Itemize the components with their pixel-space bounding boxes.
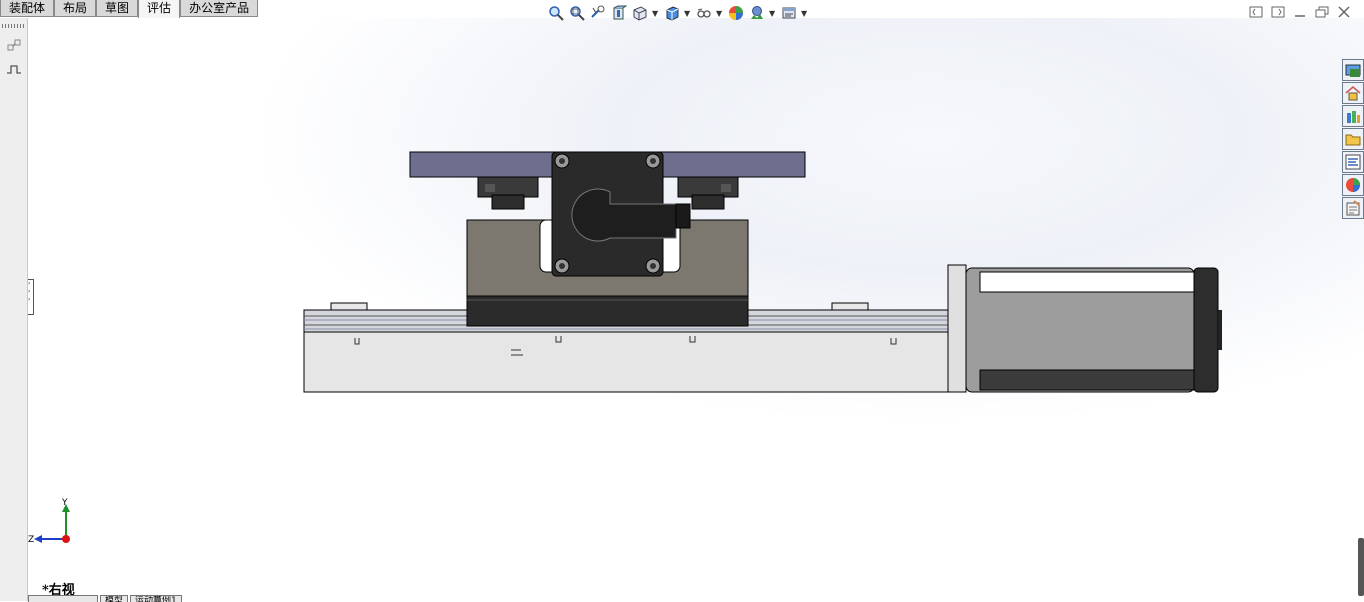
end-stop-right xyxy=(831,302,869,311)
apply-scene-icon[interactable] xyxy=(748,4,766,22)
feature-manager-panel xyxy=(0,18,28,601)
feature-manager-expand-handle[interactable]: › › › xyxy=(28,279,34,315)
tab-office-products[interactable]: 办公室产品 xyxy=(180,0,259,17)
view-palette-icon[interactable] xyxy=(1342,151,1364,173)
assembly-model[interactable] xyxy=(28,18,1364,598)
scrollbar-thumb[interactable] xyxy=(1358,538,1364,596)
task-pane-tabs xyxy=(1342,59,1364,219)
triad-y-label: Y xyxy=(61,498,68,508)
reference-triad: Y Z xyxy=(28,498,70,545)
triad-z-label: Z xyxy=(28,535,34,545)
end-stop-left xyxy=(330,302,368,311)
tab-sketch[interactable]: 草图 xyxy=(96,0,139,17)
custom-properties-icon[interactable] xyxy=(1342,197,1364,219)
hide-show-dropdown-icon[interactable]: ▼ xyxy=(716,9,724,18)
assembly-tree-icon[interactable] xyxy=(6,38,22,52)
restore-left-icon[interactable] xyxy=(1248,5,1264,19)
view-orientation-dropdown-icon[interactable]: ▼ xyxy=(652,9,660,18)
section-view-icon[interactable] xyxy=(610,4,628,22)
bottom-tabs: 模型 运动算例1 xyxy=(28,595,182,602)
panel-grip[interactable] xyxy=(2,24,24,28)
close-icon[interactable] xyxy=(1336,5,1352,19)
document-window-controls xyxy=(1248,5,1352,19)
file-explorer-icon[interactable] xyxy=(1342,128,1364,150)
motor-flange xyxy=(947,264,967,393)
rail-base xyxy=(303,331,949,393)
solidworks-resources-icon[interactable] xyxy=(1342,59,1364,81)
tab-evaluate[interactable]: 评估 xyxy=(138,0,181,19)
previous-view-icon[interactable] xyxy=(589,4,607,22)
restore-right-icon[interactable] xyxy=(1270,5,1286,19)
design-library-icon[interactable] xyxy=(1342,105,1364,127)
home-icon[interactable] xyxy=(1342,82,1364,104)
view-settings-icon[interactable] xyxy=(780,4,798,22)
guide-block-left xyxy=(477,176,539,210)
graphics-area[interactable] xyxy=(28,18,1364,598)
sketch-icon[interactable] xyxy=(6,62,22,76)
maximize-icon[interactable] xyxy=(1314,5,1330,19)
tab-assembly[interactable]: 装配体 xyxy=(0,0,55,17)
display-style-icon[interactable] xyxy=(663,4,681,22)
display-style-dropdown-icon[interactable]: ▼ xyxy=(684,9,692,18)
zoom-to-fit-icon[interactable] xyxy=(547,4,565,22)
appearances-scenes-icon[interactable] xyxy=(1342,174,1364,196)
view-settings-dropdown-icon[interactable]: ▼ xyxy=(801,9,809,18)
command-manager-tabs: 装配体 布局 草图 评估 办公室产品 xyxy=(0,0,259,19)
heads-up-view-toolbar: ▼ ▼ ▼ ▼ ▼ xyxy=(547,3,809,23)
edit-appearance-icon[interactable] xyxy=(727,4,745,22)
tab-layout[interactable]: 布局 xyxy=(54,0,97,17)
hide-show-items-icon[interactable] xyxy=(695,4,713,22)
minimize-icon[interactable] xyxy=(1292,5,1308,19)
zoom-to-area-icon[interactable] xyxy=(568,4,586,22)
apply-scene-dropdown-icon[interactable]: ▼ xyxy=(769,9,777,18)
view-orientation-icon[interactable] xyxy=(631,4,649,22)
